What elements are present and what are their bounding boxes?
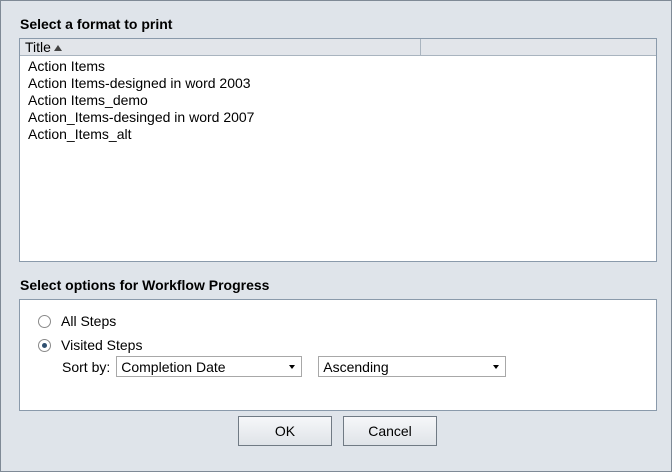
- list-item[interactable]: Action Items: [20, 58, 656, 75]
- visited-steps-option[interactable]: Visited Steps: [38, 337, 142, 353]
- column-header-title[interactable]: Title: [20, 39, 421, 55]
- sort-by-label: Sort by:: [62, 358, 111, 375]
- sort-row: Sort by: Completion Date Ascending: [62, 356, 507, 377]
- list-item[interactable]: Action Items_demo: [20, 92, 656, 109]
- all-steps-radio[interactable]: [38, 314, 51, 328]
- print-format-dialog: Select a format to print Title Action It…: [0, 0, 672, 472]
- visited-steps-radio[interactable]: [38, 338, 51, 352]
- chevron-down-icon: [493, 364, 500, 369]
- list-item[interactable]: Action Items-designed in word 2003: [20, 75, 656, 92]
- all-steps-label: All Steps: [61, 313, 117, 329]
- sort-order-select[interactable]: Ascending: [318, 356, 507, 377]
- sort-field-value: Completion Date: [121, 358, 226, 375]
- list-rows: Action Items Action Items-designed in wo…: [20, 56, 656, 143]
- ok-button[interactable]: OK: [238, 416, 332, 446]
- all-steps-option[interactable]: All Steps: [38, 313, 116, 329]
- options-section-title: Select options for Workflow Progress: [20, 277, 270, 293]
- sort-field-select[interactable]: Completion Date: [116, 356, 303, 377]
- sort-ascending-icon: [53, 45, 62, 51]
- format-list[interactable]: Title Action Items Action Items-designed…: [19, 38, 657, 262]
- visited-steps-label: Visited Steps: [61, 337, 143, 353]
- column-header-empty: [421, 39, 656, 55]
- list-item[interactable]: Action_Items_alt: [20, 126, 656, 143]
- cancel-button[interactable]: Cancel: [343, 416, 437, 446]
- list-item[interactable]: Action_Items-desinged in word 2007: [20, 109, 656, 126]
- chevron-down-icon: [289, 364, 296, 369]
- column-header-label: Title: [25, 39, 51, 55]
- sort-order-value: Ascending: [323, 358, 389, 375]
- options-panel: All Steps Visited Steps Sort by: Complet…: [19, 299, 657, 411]
- format-section-title: Select a format to print: [20, 16, 173, 32]
- list-header: Title: [20, 39, 656, 56]
